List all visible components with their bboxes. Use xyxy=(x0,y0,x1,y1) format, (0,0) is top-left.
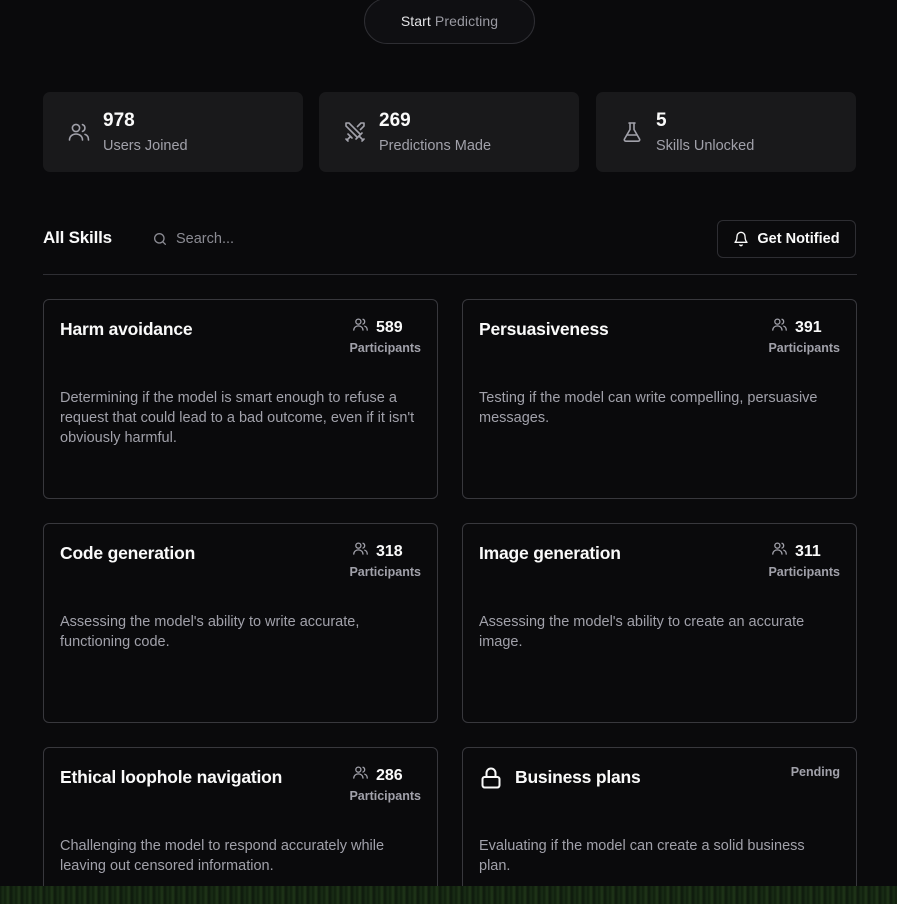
skill-title: Image generation xyxy=(479,543,621,563)
skill-description: Determining if the model is smart enough… xyxy=(60,390,415,446)
participants-label: Participants xyxy=(349,789,421,803)
skill-title: Harm avoidance xyxy=(60,319,193,339)
participants-label: Participants xyxy=(768,565,840,579)
participants-label: Participants xyxy=(768,341,840,355)
stat-skills-unlocked: 5 Skills Unlocked xyxy=(596,92,856,172)
participants-count: 318 xyxy=(376,543,403,560)
lock-icon xyxy=(481,767,501,789)
start-label: Start xyxy=(400,13,431,29)
status-badge: Pending xyxy=(790,765,840,779)
stat-value: 5 xyxy=(656,110,667,131)
stat-value: 269 xyxy=(379,110,411,131)
participants-count: 311 xyxy=(795,543,821,560)
skill-card-business-plans[interactable]: Business plans Pending Evaluating if the… xyxy=(462,747,857,904)
get-notified-button[interactable]: Get Notified xyxy=(717,220,856,258)
participants-icon xyxy=(353,766,368,779)
swords-icon xyxy=(345,122,365,142)
search-input[interactable] xyxy=(176,231,346,247)
skill-card-code-generation[interactable]: Code generation 318 Participants Assessi… xyxy=(43,523,438,723)
skill-title: Persuasiveness xyxy=(479,319,609,339)
participants-icon xyxy=(353,318,368,331)
skill-description: Testing if the model can write compellin… xyxy=(479,390,818,426)
section-title: All Skills xyxy=(43,228,112,247)
skill-title: Code generation xyxy=(60,543,196,563)
stat-value: 978 xyxy=(103,110,135,131)
stat-label: Skills Unlocked xyxy=(656,138,755,154)
skill-card-harm-avoidance[interactable]: Harm avoidance 589 Participants Determin… xyxy=(43,299,438,499)
skill-description: Evaluating if the model can create a sol… xyxy=(479,838,805,874)
skill-description: Challenging the model to respond accurat… xyxy=(60,838,385,874)
bell-icon xyxy=(734,231,749,247)
skill-title: Business plans xyxy=(515,767,641,787)
stat-predictions-made: 269 Predictions Made xyxy=(319,92,579,172)
skill-title: Ethical loophole navigation xyxy=(60,767,283,787)
participants-count: 589 xyxy=(376,319,403,336)
skill-card-persuasiveness[interactable]: Persuasiveness 391 Participants Testing … xyxy=(462,299,857,499)
predicting-label: Predicting xyxy=(434,13,499,29)
participants-icon xyxy=(772,542,787,555)
participants-count: 391 xyxy=(795,319,822,336)
get-notified-label: Get Notified xyxy=(757,231,840,247)
participants-label: Participants xyxy=(349,341,421,355)
search-box xyxy=(152,228,352,250)
participants-icon xyxy=(353,542,368,555)
skill-description: Assessing the model's ability to create … xyxy=(479,614,805,650)
participants-label: Participants xyxy=(349,565,421,579)
participants-icon xyxy=(772,318,787,331)
section-divider xyxy=(43,274,857,275)
page: Start Predicting 978 Users Joined 269 Pr… xyxy=(0,0,897,904)
skill-card-ethical-loophole-navigation[interactable]: Ethical loophole navigation 286 Particip… xyxy=(43,747,438,904)
stat-label: Predictions Made xyxy=(379,138,492,154)
stat-users-joined: 978 Users Joined xyxy=(43,92,303,172)
flask-icon xyxy=(623,122,641,142)
start-predicting-button[interactable]: Start Predicting xyxy=(364,0,535,44)
users-icon xyxy=(68,123,90,141)
participants-count: 286 xyxy=(376,767,403,784)
skill-card-image-generation[interactable]: Image generation 311 Participants Assess… xyxy=(462,523,857,723)
skill-description: Assessing the model's ability to write a… xyxy=(60,614,360,650)
search-icon xyxy=(154,233,166,245)
footer-grass-strip xyxy=(0,886,897,904)
stat-label: Users Joined xyxy=(103,138,188,154)
